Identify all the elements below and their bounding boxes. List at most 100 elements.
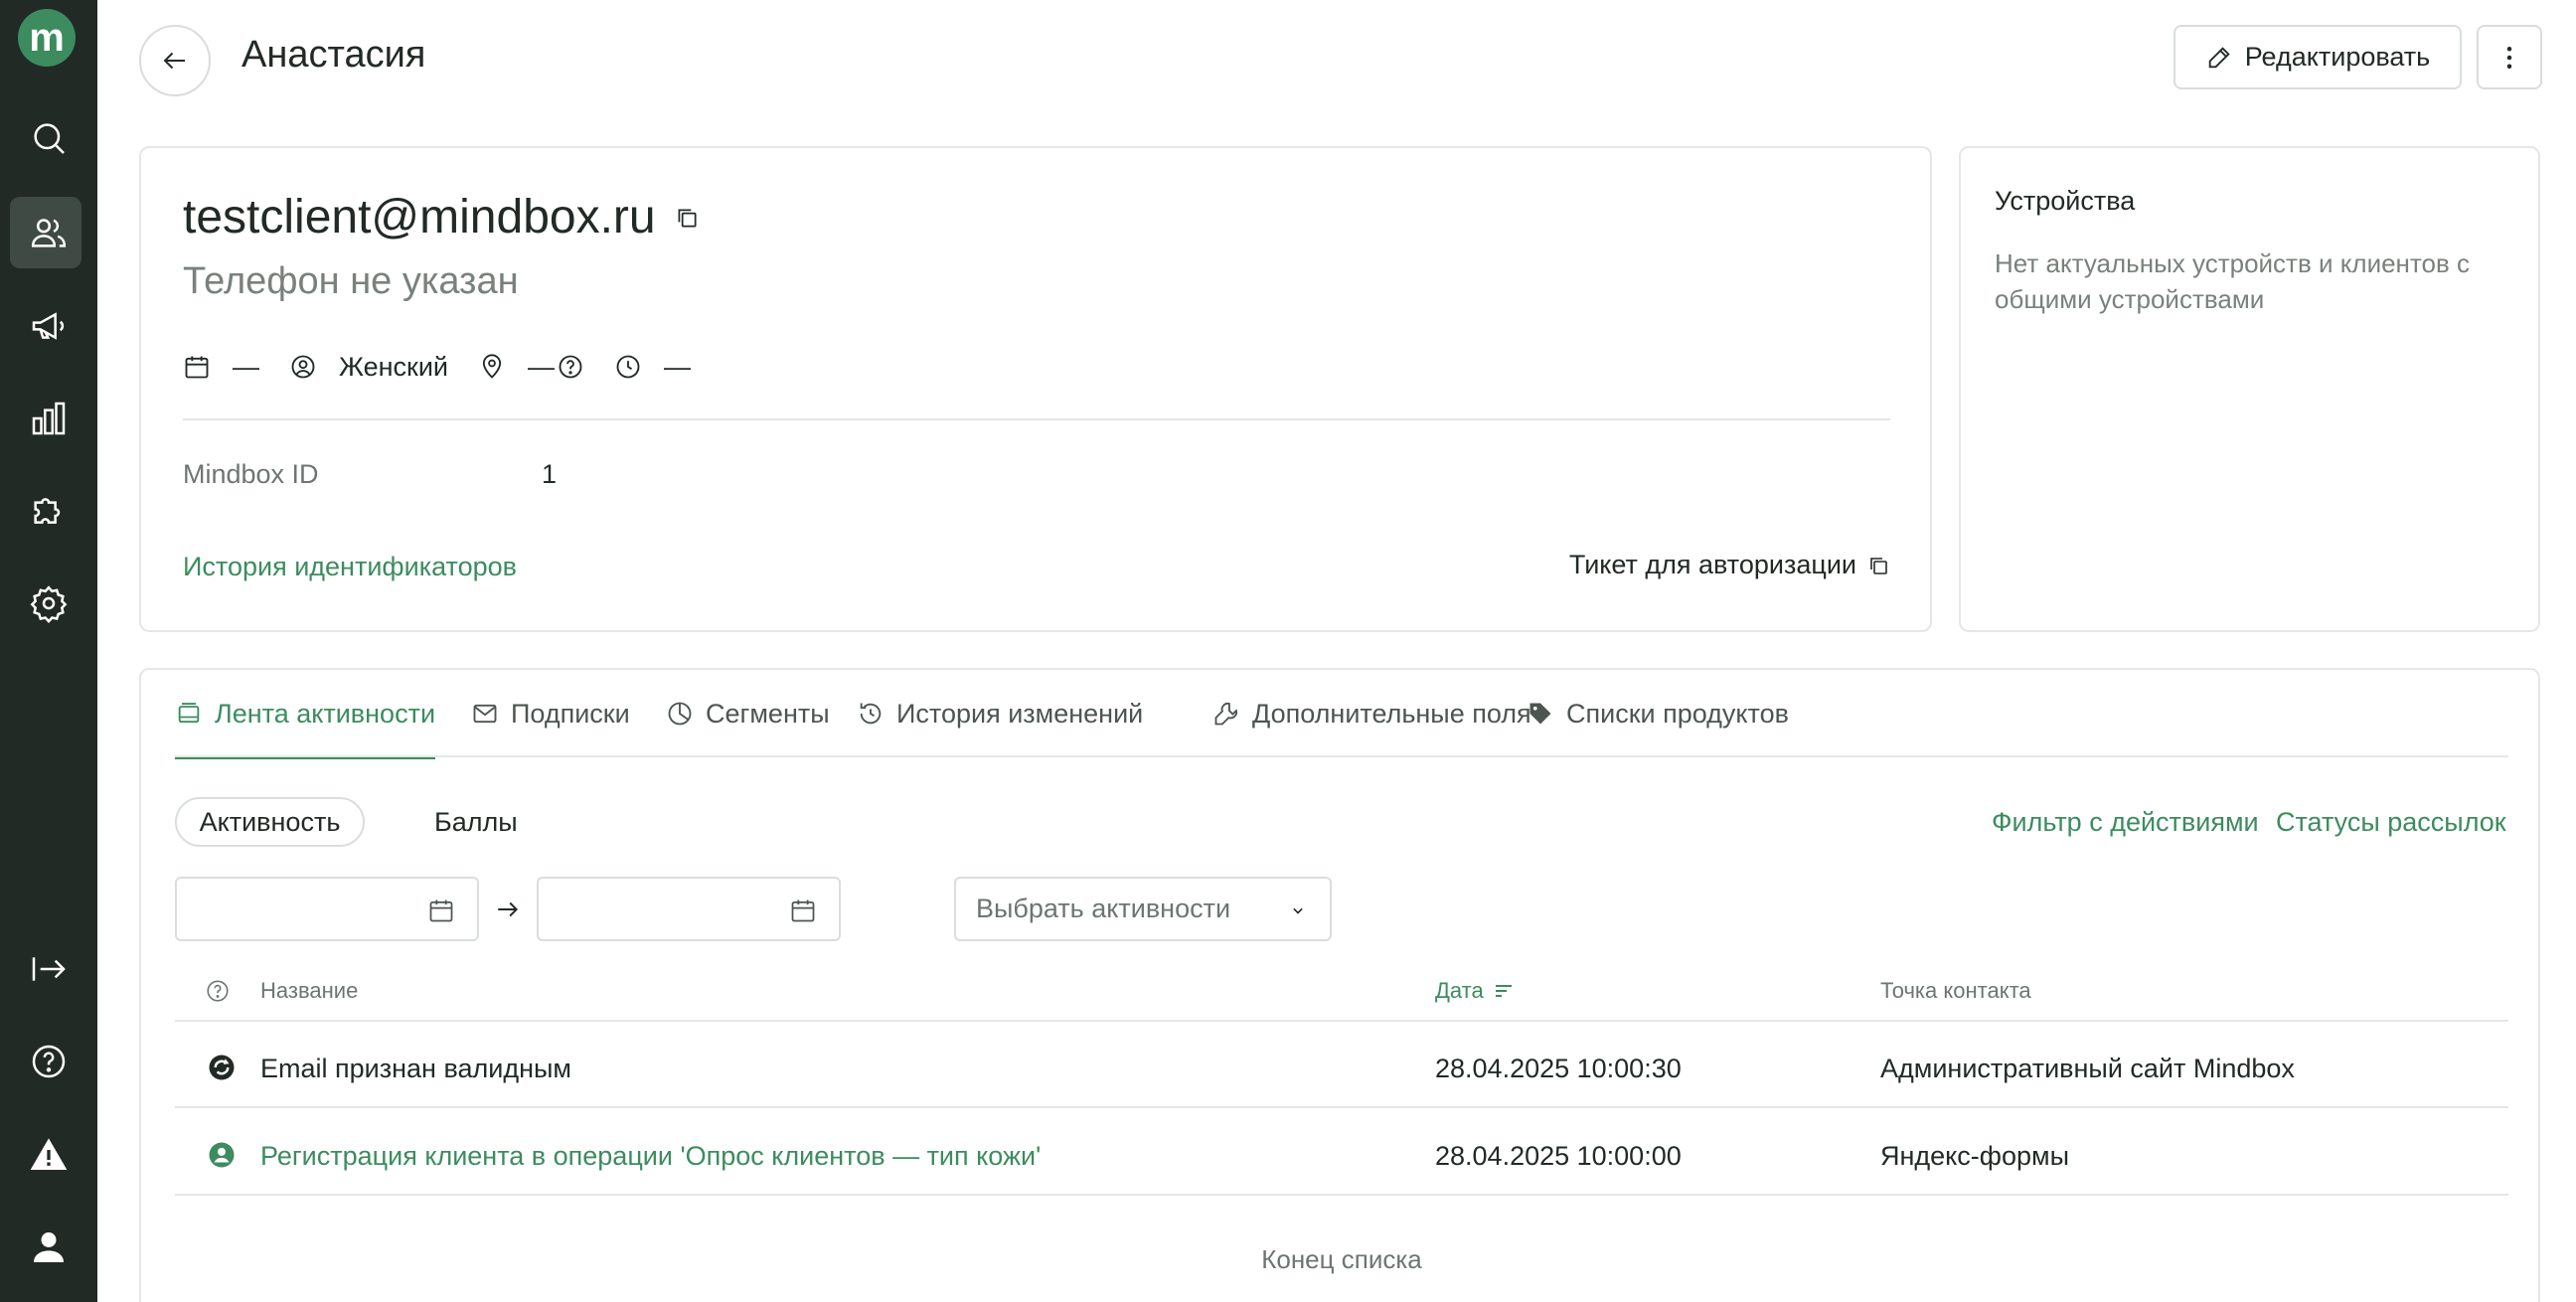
end-of-list-text: Конец списка bbox=[1261, 1244, 1422, 1274]
sidebar-item-help[interactable] bbox=[0, 1026, 97, 1097]
warning-icon bbox=[30, 1138, 68, 1170]
edit-button[interactable]: Редактировать bbox=[2174, 25, 2462, 89]
main-content: Анастасия Редактировать testclient@mindb… bbox=[97, 0, 2576, 1302]
clock-icon bbox=[616, 355, 640, 379]
date-to-input[interactable] bbox=[537, 877, 841, 941]
users-icon bbox=[31, 219, 67, 247]
location-value: — bbox=[528, 351, 556, 382]
auth-ticket-label: Тикет для авторизации bbox=[1568, 550, 1856, 579]
id-history-link[interactable]: История идентификаторов bbox=[183, 552, 517, 582]
tab-label: Подписки bbox=[511, 698, 630, 729]
filter-activity-pill[interactable]: Активность bbox=[175, 797, 365, 847]
row-divider bbox=[175, 1106, 2508, 1108]
feed-icon bbox=[178, 703, 200, 724]
help-icon[interactable] bbox=[205, 978, 231, 1004]
arrow-left-icon bbox=[163, 52, 185, 70]
tab-bar: Лента активности Подписки Сегменты Истор… bbox=[175, 670, 2508, 759]
sidebar-item-customers[interactable] bbox=[0, 197, 97, 268]
arrow-right-icon bbox=[498, 901, 519, 917]
location-pin-icon bbox=[482, 354, 502, 379]
devices-title: Устройства bbox=[1995, 186, 2136, 216]
user-circle-icon bbox=[209, 1142, 235, 1168]
customer-phone: Телефон не указан bbox=[183, 260, 519, 302]
tab-activity-feed[interactable]: Лента активности bbox=[175, 670, 436, 759]
timezone-value: — bbox=[664, 351, 692, 382]
activity-type-placeholder: Выбрать активности bbox=[976, 894, 1231, 923]
row-contact: Яндекс-формы bbox=[1880, 1141, 2070, 1171]
back-button[interactable] bbox=[139, 25, 211, 96]
app-root: m Анастасия Редактировать testclient@min… bbox=[0, 0, 2576, 1302]
tab-segments[interactable]: Сегменты bbox=[666, 670, 830, 757]
customer-email: testclient@mindbox.ru bbox=[183, 191, 656, 244]
page-title: Анастасия bbox=[242, 34, 426, 76]
help-icon[interactable] bbox=[557, 353, 584, 381]
sidebar-item-campaigns[interactable] bbox=[0, 290, 97, 362]
activity-type-select[interactable]: Выбрать активности bbox=[954, 877, 1332, 941]
puzzle-icon bbox=[34, 498, 61, 524]
row-date: 28.04.2025 10:00:00 bbox=[1435, 1141, 1682, 1171]
tab-label: Списки продуктов bbox=[1566, 698, 1789, 729]
calendar-icon[interactable] bbox=[789, 896, 817, 924]
mindbox-id-label: Mindbox ID bbox=[183, 459, 319, 489]
sidebar: m bbox=[0, 0, 97, 1302]
email-row: testclient@mindbox.ru bbox=[183, 190, 700, 244]
activity-card: Лента активности Подписки Сегменты Истор… bbox=[139, 668, 2540, 1302]
row-divider bbox=[175, 1020, 2508, 1022]
sidebar-item-logout[interactable] bbox=[0, 933, 97, 1005]
tab-label: Дополнительные поля bbox=[1252, 698, 1531, 729]
sidebar-item-analytics[interactable] bbox=[0, 383, 97, 454]
sort-icon bbox=[1495, 985, 1512, 997]
tab-subscriptions[interactable]: Подписки bbox=[471, 670, 630, 757]
chevron-down-icon bbox=[1293, 907, 1303, 914]
column-header-date-label: Дата bbox=[1435, 978, 1484, 1003]
column-header-date[interactable]: Дата bbox=[1435, 978, 1516, 1004]
customer-meta-row: — Женский — — bbox=[183, 347, 691, 387]
megaphone-icon bbox=[32, 312, 65, 340]
devices-empty-text: Нет актуальных устройств и клиентов с об… bbox=[1995, 248, 2471, 314]
gear-icon bbox=[30, 585, 68, 623]
logo[interactable]: m bbox=[18, 9, 76, 67]
row-name: Email признан валидным bbox=[260, 1054, 571, 1083]
tag-icon bbox=[1530, 703, 1551, 725]
search-icon bbox=[34, 123, 65, 154]
row-date: 28.04.2025 10:00:30 bbox=[1435, 1054, 1682, 1083]
filter-actions-link[interactable]: Фильтр с действиями bbox=[1992, 807, 2259, 838]
calendar-icon[interactable] bbox=[427, 896, 455, 924]
auth-ticket[interactable]: Тикет для авторизации bbox=[1569, 550, 1890, 580]
sync-icon bbox=[209, 1055, 235, 1080]
copy-icon[interactable] bbox=[1866, 554, 1890, 577]
tab-extra-fields[interactable]: Дополнительные поля bbox=[1212, 670, 1531, 757]
tab-change-history[interactable]: История изменений bbox=[857, 670, 1143, 757]
divider bbox=[183, 418, 1890, 420]
sidebar-item-settings[interactable] bbox=[0, 568, 97, 639]
pencil-icon bbox=[2208, 46, 2230, 68]
user-circle-outline-icon bbox=[291, 355, 315, 379]
tab-label: Лента активности bbox=[215, 698, 436, 729]
column-header-name: Название bbox=[260, 978, 359, 1003]
tab-product-lists[interactable]: Списки продуктов bbox=[1527, 670, 1789, 757]
more-vertical-icon bbox=[2506, 46, 2512, 69]
devices-card: Устройства Нет актуальных устройств и кл… bbox=[1959, 146, 2540, 632]
row-contact: Административный сайт Mindbox bbox=[1880, 1054, 2295, 1083]
pie-icon bbox=[668, 702, 692, 726]
exit-icon bbox=[32, 957, 66, 981]
sidebar-item-alerts[interactable] bbox=[0, 1119, 97, 1191]
copy-icon[interactable] bbox=[674, 205, 700, 231]
mindbox-id-value: 1 bbox=[542, 459, 558, 489]
row-divider bbox=[175, 1194, 2508, 1196]
filter-points-pill[interactable]: Баллы bbox=[434, 807, 518, 838]
mailing-statuses-link[interactable]: Статусы рассылок bbox=[2276, 807, 2506, 838]
sidebar-item-integrations[interactable] bbox=[0, 475, 97, 547]
wrench-icon bbox=[1214, 702, 1238, 726]
user-icon bbox=[34, 1232, 64, 1262]
calendar-icon bbox=[185, 356, 209, 379]
more-options-button[interactable] bbox=[2477, 25, 2542, 89]
birthday-value: — bbox=[233, 351, 259, 382]
tab-label: Сегменты bbox=[706, 698, 830, 729]
date-from-input[interactable] bbox=[175, 877, 479, 941]
row-name-link[interactable]: Регистрация клиента в операции 'Опрос кл… bbox=[260, 1141, 1041, 1172]
mail-icon bbox=[473, 704, 497, 724]
sidebar-item-profile[interactable] bbox=[0, 1212, 97, 1283]
profile-card: testclient@mindbox.ru Телефон не указан … bbox=[139, 146, 1932, 632]
sidebar-item-search[interactable] bbox=[0, 102, 97, 174]
